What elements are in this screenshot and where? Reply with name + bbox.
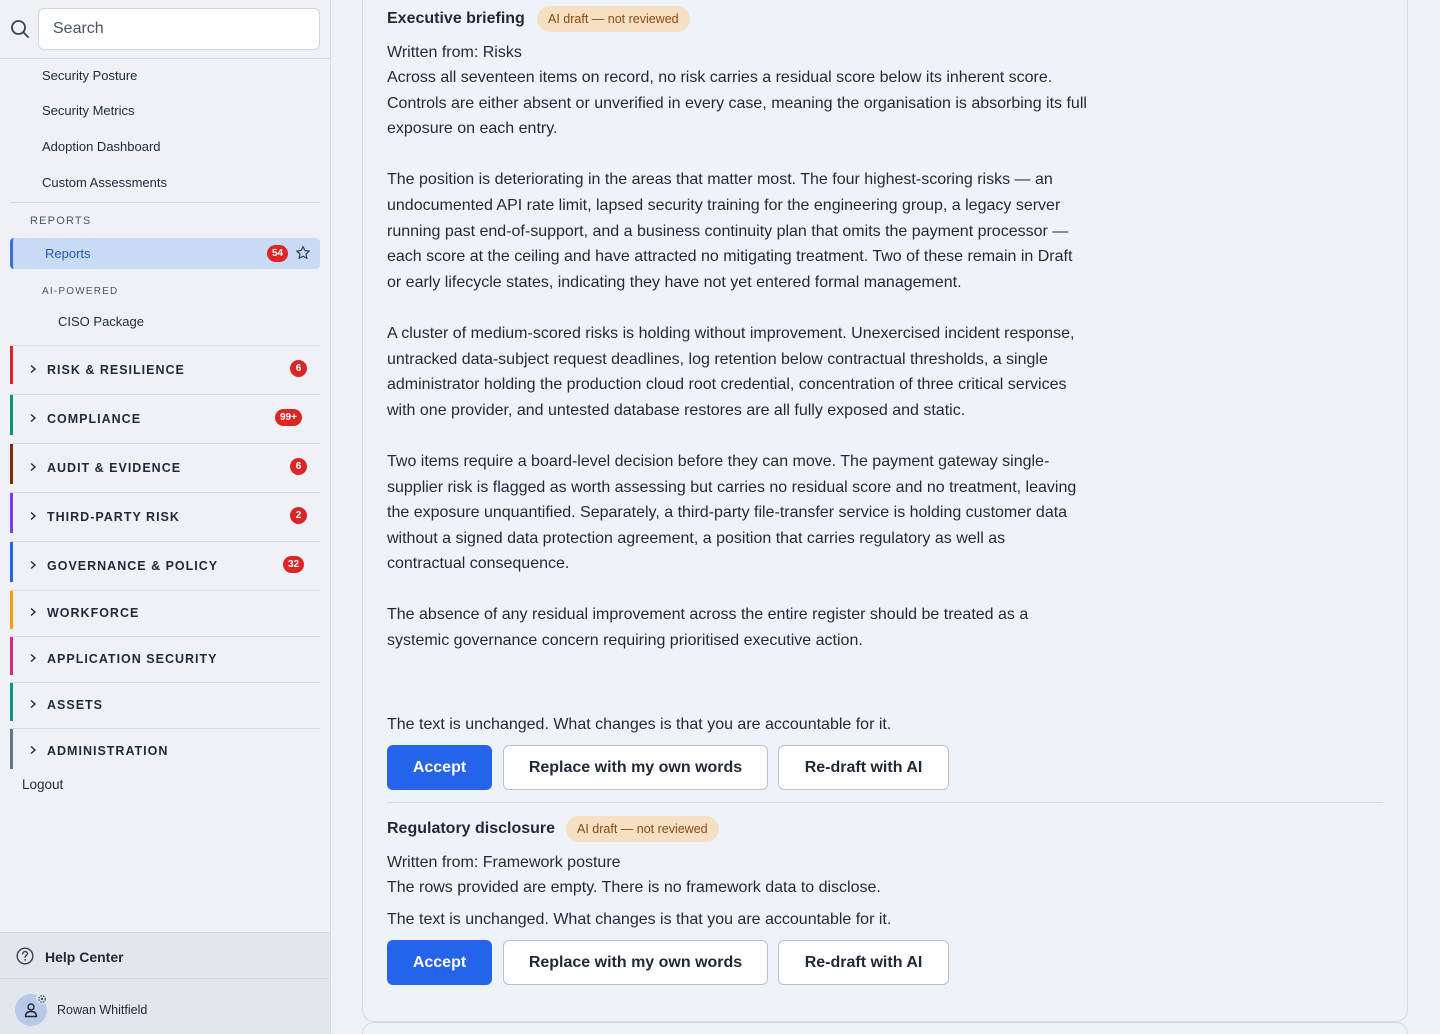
chevron-right-icon [30, 462, 37, 472]
group-application-security[interactable]: APPLICATION SECURITY [10, 637, 320, 683]
chevron-right-icon [30, 745, 37, 755]
written-from: Written from: Risks [387, 44, 522, 61]
group-workforce[interactable]: WORKFORCE [10, 591, 320, 637]
chevron-right-icon [30, 560, 37, 570]
ai-draft-badge: AI draft — not reviewed [537, 6, 690, 32]
search-input[interactable] [38, 8, 320, 50]
paragraph: The rows provided are empty. There is no… [387, 879, 881, 896]
regulatory-disclosure-text: The rows provided are empty. There is no… [387, 875, 1087, 901]
chevron-right-icon [30, 511, 37, 521]
group-count-badge: 2 [290, 507, 307, 524]
redraft-with-ai-button[interactable]: Re-draft with AI [778, 940, 949, 985]
help-center-button[interactable]: Help Center [0, 932, 330, 979]
chevron-right-icon [30, 607, 37, 617]
group-color-bar [10, 346, 13, 384]
reports-count-badge: 54 [267, 245, 289, 262]
replace-with-own-words-button[interactable]: Replace with my own words [503, 745, 768, 790]
executive-briefing-text: Across all seventeen items on record, no… [387, 65, 1087, 654]
group-label: GOVERNANCE & POLICY [47, 559, 219, 573]
redraft-with-ai-button[interactable]: Re-draft with AI [778, 745, 949, 790]
group-color-bar [10, 591, 13, 629]
sidebar-item-reports[interactable]: Reports 54 [10, 238, 320, 269]
logout-link[interactable]: Logout [22, 777, 63, 792]
group-color-bar [10, 729, 13, 769]
sidebar-item-label: Reports [45, 246, 91, 261]
written-from: Written from: Framework posture [387, 854, 621, 871]
paragraph: Two items require a board-level decision… [387, 452, 1077, 573]
section-divider [387, 802, 1383, 803]
group-count-badge: 6 [290, 360, 307, 377]
group-third-party-risk[interactable]: THIRD-PARTY RISK 2 [10, 493, 320, 542]
group-color-bar [10, 444, 13, 484]
replace-with-own-words-button[interactable]: Replace with my own words [503, 940, 768, 985]
group-label: AUDIT & EVIDENCE [47, 461, 182, 475]
gear-icon[interactable] [36, 992, 48, 1004]
chevron-right-icon [30, 699, 37, 709]
group-label: WORKFORCE [47, 606, 140, 620]
section-title-executive-briefing: Executive briefing [387, 10, 525, 27]
divider [10, 202, 320, 203]
group-label: ASSETS [47, 698, 104, 712]
group-count-badge: 32 [283, 556, 305, 573]
search-bar [0, 0, 330, 59]
paragraph: Across all seventeen items on record, no… [387, 69, 1087, 138]
group-color-bar [10, 637, 13, 675]
star-icon[interactable] [295, 245, 311, 261]
accountability-notice: The text is unchanged. What changes is t… [387, 911, 892, 928]
group-audit-evidence[interactable]: AUDIT & EVIDENCE 6 [10, 444, 320, 493]
ai-powered-label: AI-POWERED [42, 286, 119, 297]
group-color-bar [10, 683, 13, 721]
next-card [362, 1022, 1408, 1034]
chevron-right-icon [30, 413, 37, 423]
group-color-bar [10, 395, 13, 435]
nav-ciso-package[interactable]: CISO Package [58, 314, 144, 329]
user-profile[interactable]: Rowan Whitfield [0, 979, 330, 1034]
group-label: ADMINISTRATION [47, 744, 169, 758]
nav-security-posture[interactable]: Security Posture [42, 68, 137, 83]
section-title-regulatory-disclosure: Regulatory disclosure [387, 820, 556, 837]
paragraph: A cluster of medium-scored risks is hold… [387, 324, 1075, 419]
chevron-right-icon [30, 364, 37, 374]
nav-adoption-dashboard[interactable]: Adoption Dashboard [42, 139, 161, 154]
group-count-badge: 99+ [275, 409, 302, 426]
paragraph: The absence of any residual improvement … [387, 606, 1029, 650]
help-center-label: Help Center [45, 949, 124, 965]
nav-custom-assessments[interactable]: Custom Assessments [42, 175, 167, 190]
group-count-badge: 6 [290, 458, 307, 475]
sidebar: Security Posture Security Metrics Adopti… [0, 0, 331, 1034]
help-icon [16, 947, 34, 965]
group-label: RISK & RESILIENCE [47, 363, 185, 377]
nav-security-metrics[interactable]: Security Metrics [42, 103, 134, 118]
group-administration[interactable]: ADMINISTRATION [10, 729, 320, 769]
group-label: THIRD-PARTY RISK [47, 510, 180, 524]
group-governance-policy[interactable]: GOVERNANCE & POLICY 32 [10, 542, 320, 591]
search-icon [11, 20, 29, 38]
ai-draft-badge: AI draft — not reviewed [566, 816, 719, 842]
chevron-right-icon [30, 653, 37, 663]
user-name: Rowan Whitfield [57, 1003, 148, 1017]
group-assets[interactable]: ASSETS [10, 683, 320, 729]
accept-button[interactable]: Accept [387, 745, 492, 790]
accountability-notice: The text is unchanged. What changes is t… [387, 716, 892, 733]
paragraph: The position is deteriorating in the are… [387, 171, 1073, 291]
accept-button[interactable]: Accept [387, 940, 492, 985]
group-compliance[interactable]: COMPLIANCE 99+ [10, 395, 320, 444]
group-color-bar [10, 542, 13, 582]
group-label: APPLICATION SECURITY [47, 652, 218, 666]
group-color-bar [10, 493, 13, 533]
group-label: COMPLIANCE [47, 412, 142, 426]
group-risk-resilience[interactable]: RISK & RESILIENCE 6 [10, 346, 320, 395]
reports-section-label: REPORTS [30, 215, 92, 227]
